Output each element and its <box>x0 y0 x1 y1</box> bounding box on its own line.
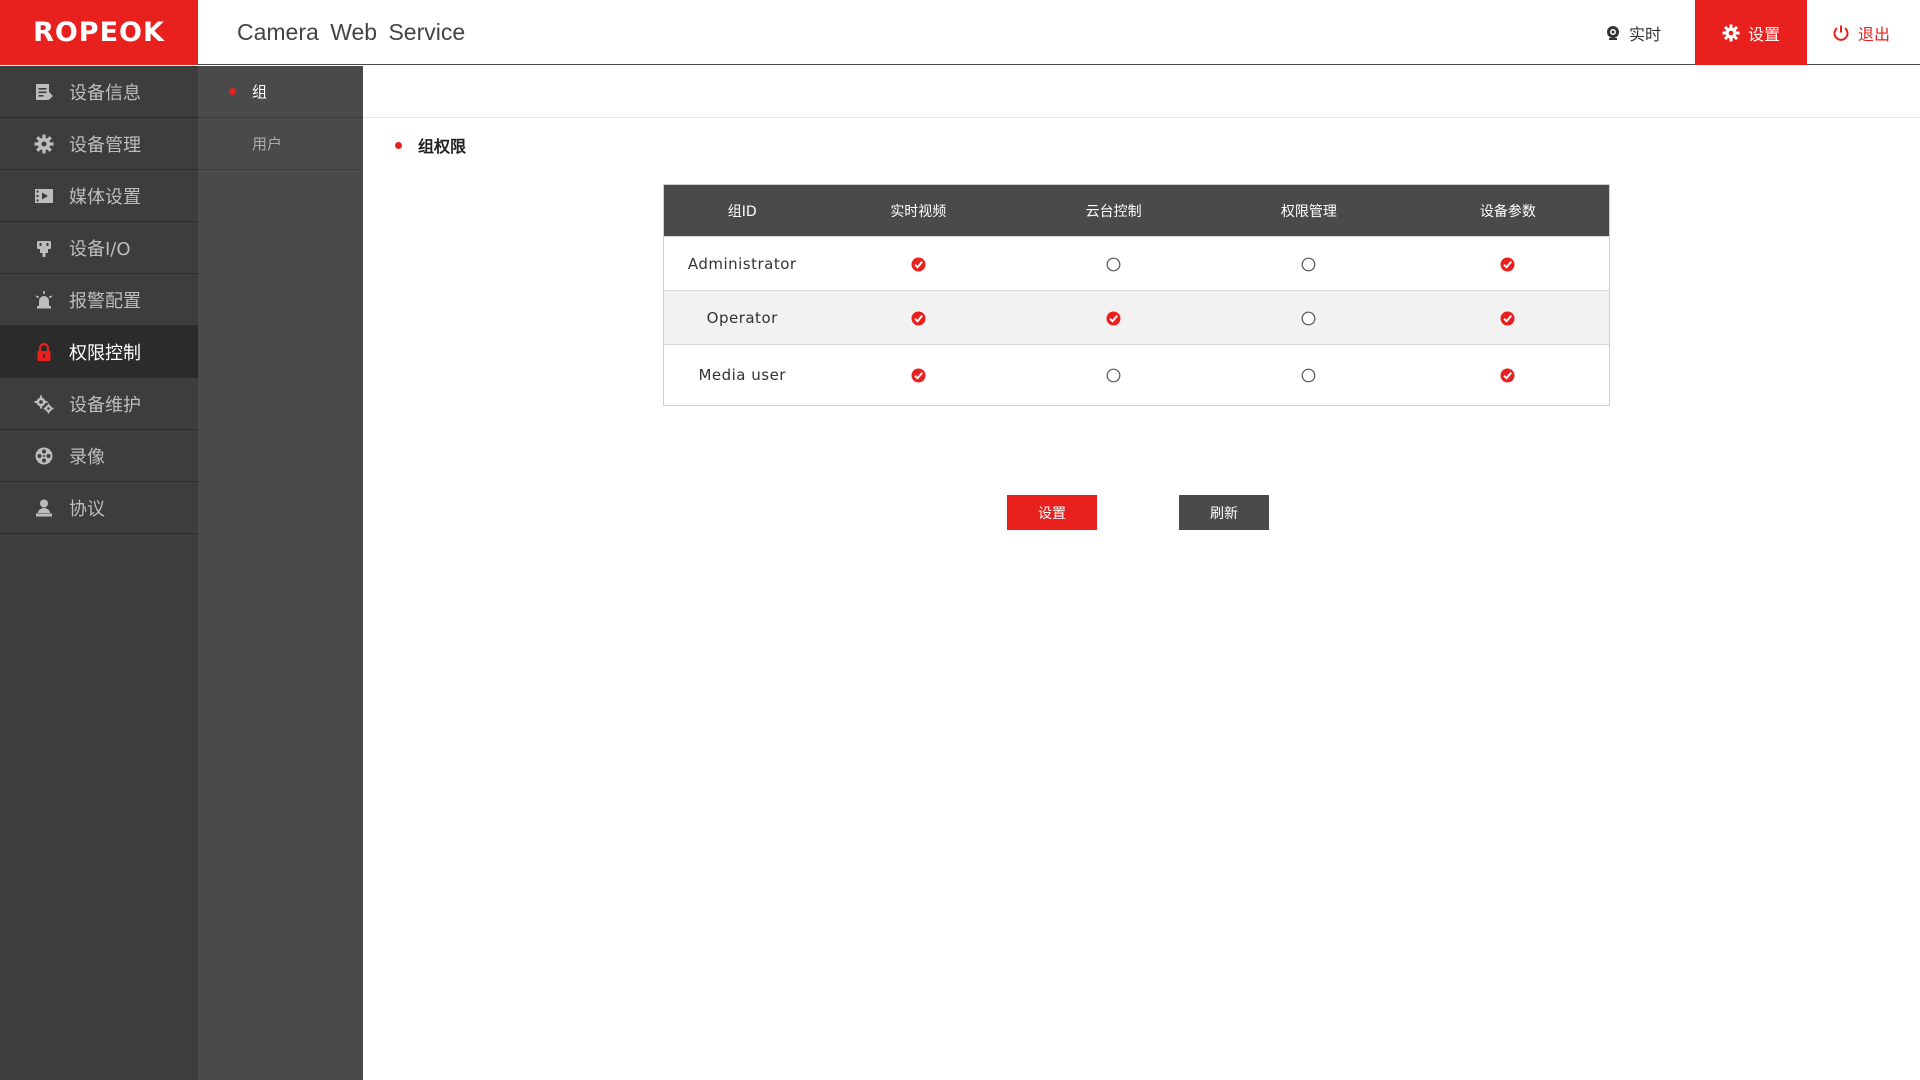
permission-checkbox[interactable] <box>1500 311 1515 326</box>
permission-checkbox[interactable] <box>1106 311 1121 326</box>
sidebar-item-label: 媒体设置 <box>69 186 141 208</box>
sidebar-item-protocol[interactable]: 协议 <box>0 482 198 534</box>
section-title: 组权限 <box>418 137 467 156</box>
content-divider <box>363 117 1920 118</box>
refresh-button[interactable]: 刷新 <box>1179 495 1269 530</box>
table-row: Operator <box>663 290 1610 345</box>
gear-icon <box>33 133 55 155</box>
permission-cell <box>1210 344 1407 406</box>
section-heading: 组权限 <box>395 133 466 157</box>
table-header-row: 组ID 实时视频 云台控制 权限管理 设备参数 <box>663 184 1610 237</box>
permission-checkbox[interactable] <box>1500 257 1515 272</box>
group-name-cell: Administrator <box>663 236 821 291</box>
sidebar-item-label: 设备管理 <box>69 134 141 156</box>
bullet-dot-icon <box>395 141 402 149</box>
top-header: ROPEOK Camera Web Service 实时 设置 退出 <box>0 0 1920 65</box>
column-header-device-parameters: 设备参数 <box>1406 184 1610 237</box>
sidebar-item-label: 设备I/O <box>69 238 131 260</box>
power-icon <box>1832 24 1850 42</box>
permission-cell <box>1406 236 1610 291</box>
nav-settings-button[interactable]: 设置 <box>1695 0 1807 65</box>
gear-icon <box>1722 24 1740 42</box>
permission-checkbox[interactable] <box>911 257 926 272</box>
permission-cell <box>1406 344 1610 406</box>
sidebar-item-device-io[interactable]: 设备I/O <box>0 222 198 274</box>
permission-checkbox[interactable] <box>1106 368 1121 383</box>
sidebar-item-label: 设备维护 <box>69 394 141 416</box>
sidebar-item-alarm-config[interactable]: 报警配置 <box>0 274 198 326</box>
permission-checkbox[interactable] <box>911 311 926 326</box>
sidebar-item-device-management[interactable]: 设备管理 <box>0 118 198 170</box>
sidebar-item-label: 录像 <box>69 446 105 468</box>
permission-checkbox[interactable] <box>1106 257 1121 272</box>
sub-sidebar: 组 用户 <box>198 66 363 1080</box>
column-header-live-video: 实时视频 <box>820 184 1017 237</box>
sidebar-item-recording[interactable]: 录像 <box>0 430 198 482</box>
subnav-item-label: 组 <box>252 83 268 101</box>
permission-checkbox[interactable] <box>1500 368 1515 383</box>
group-permission-table: 组ID 实时视频 云台控制 权限管理 设备参数 Administrator Op… <box>663 184 1610 406</box>
subnav-item-label: 用户 <box>252 135 283 153</box>
film-icon <box>33 185 55 207</box>
sidebar-item-media-settings[interactable]: 媒体设置 <box>0 170 198 222</box>
permission-cell <box>1016 236 1211 291</box>
subnav-item-user[interactable]: 用户 <box>198 118 363 170</box>
permission-checkbox[interactable] <box>1301 257 1316 272</box>
permission-checkbox[interactable] <box>911 368 926 383</box>
column-header-ptz-control: 云台控制 <box>1016 184 1211 237</box>
nav-live-button[interactable]: 实时 <box>1605 0 1661 65</box>
sidebar-item-label: 协议 <box>69 498 105 520</box>
webcam-icon <box>1605 25 1621 41</box>
permission-cell <box>1406 290 1610 345</box>
sidebar-item-device-info[interactable]: 设备信息 <box>0 66 198 118</box>
permission-cell <box>1210 236 1407 291</box>
user-stand-icon <box>33 497 55 519</box>
permission-cell <box>820 290 1017 345</box>
nav-logout-button[interactable]: 退出 <box>1832 0 1890 65</box>
plug-icon <box>33 237 55 259</box>
app-title: Camera Web Service <box>237 19 466 45</box>
sidebar-item-label: 设备信息 <box>69 82 141 104</box>
film-reel-icon <box>33 445 55 467</box>
gears-icon <box>33 393 55 415</box>
alarm-light-icon <box>33 289 55 311</box>
permission-checkbox[interactable] <box>1301 311 1316 326</box>
sidebar-item-label: 权限控制 <box>69 342 141 364</box>
document-icon <box>33 81 55 103</box>
subnav-item-group[interactable]: 组 <box>198 66 363 118</box>
group-name-cell: Operator <box>663 290 821 345</box>
column-header-group-id: 组ID <box>663 184 821 237</box>
sidebar-item-label: 报警配置 <box>69 290 141 312</box>
group-name-cell: Media user <box>663 344 821 406</box>
nav-logout-label: 退出 <box>1858 24 1891 44</box>
permission-cell <box>820 344 1017 406</box>
set-button[interactable]: 设置 <box>1007 495 1097 530</box>
nav-live-label: 实时 <box>1629 24 1662 44</box>
main-sidebar: 设备信息 设备管理 媒体设置 设备I/O 报警配置 权限控制 设备维护 录像 协… <box>0 66 198 1080</box>
brand-logo: ROPEOK <box>0 0 198 65</box>
lock-icon <box>33 341 55 363</box>
sidebar-item-device-maintenance[interactable]: 设备维护 <box>0 378 198 430</box>
permission-cell <box>820 236 1017 291</box>
permission-checkbox[interactable] <box>1301 368 1316 383</box>
column-header-permission-management: 权限管理 <box>1210 184 1407 237</box>
active-dot-icon <box>229 88 236 95</box>
permission-cell <box>1016 290 1211 345</box>
sidebar-item-access-control[interactable]: 权限控制 <box>0 326 198 378</box>
table-row: Media user <box>663 344 1610 406</box>
table-row: Administrator <box>663 236 1610 291</box>
nav-settings-label: 设置 <box>1747 24 1780 44</box>
permission-cell <box>1210 290 1407 345</box>
permission-cell <box>1016 344 1211 406</box>
